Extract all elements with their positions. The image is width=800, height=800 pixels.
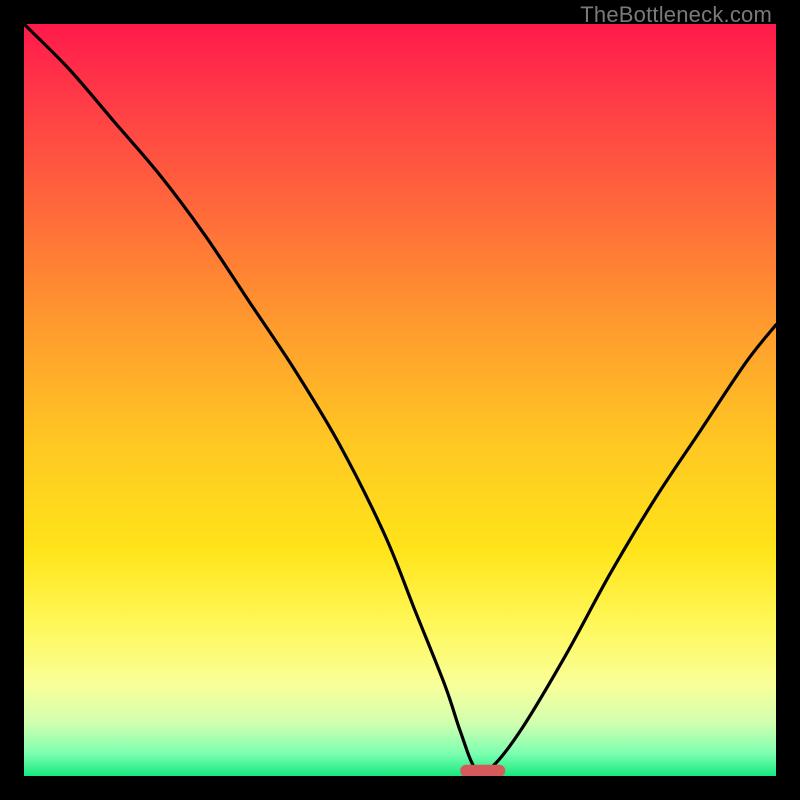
gradient-background [24, 24, 776, 776]
optimal-marker [460, 765, 505, 776]
chart-svg [24, 24, 776, 776]
bottleneck-chart [24, 24, 776, 776]
